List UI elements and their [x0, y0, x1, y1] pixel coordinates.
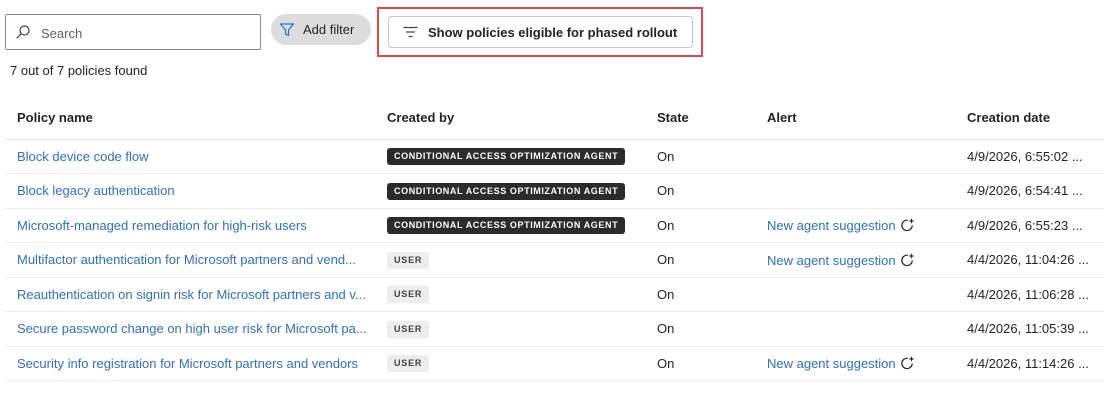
state-cell: On — [645, 277, 755, 312]
state-cell: On — [645, 208, 755, 243]
agent-sparkle-icon — [900, 356, 915, 370]
user-creator-badge: USER — [387, 355, 430, 373]
agent-creator-badge: CONDITIONAL ACCESS OPTIMIZATION AGENT — [387, 182, 626, 200]
state-cell: On — [645, 346, 755, 381]
policy-name-link[interactable]: Microsoft-managed remediation for high-r… — [17, 218, 307, 233]
filter-icon — [279, 22, 295, 36]
policy-name-cell: Multifactor authentication for Microsoft… — [5, 242, 375, 278]
alert-cell — [755, 173, 955, 209]
creation-date-cell: 4/9/2026, 6:55:23 ... — [955, 208, 1104, 243]
table-row[interactable]: Secure password change on high user risk… — [5, 311, 1104, 347]
alert-cell: New agent suggestion — [755, 346, 955, 381]
table-row[interactable]: Security info registration for Microsoft… — [5, 346, 1104, 381]
alert-cell: New agent suggestion — [755, 242, 955, 278]
created-by-cell: USER — [375, 277, 645, 312]
policy-name-link[interactable]: Secure password change on high user risk… — [17, 321, 367, 336]
policy-name-link[interactable]: Block legacy authentication — [17, 183, 175, 198]
user-creator-badge: USER — [387, 286, 430, 304]
table-row[interactable]: Microsoft-managed remediation for high-r… — [5, 208, 1104, 243]
column-header-created-by[interactable]: Created by — [375, 97, 645, 140]
created-by-cell: USER — [375, 311, 645, 347]
created-by-cell: CONDITIONAL ACCESS OPTIMIZATION AGENT — [375, 208, 645, 243]
new-agent-suggestion-link[interactable]: New agent suggestion — [767, 356, 896, 371]
policy-name-cell: Reauthentication on signin risk for Micr… — [5, 277, 375, 312]
agent-creator-badge: CONDITIONAL ACCESS OPTIMIZATION AGENT — [387, 148, 626, 166]
creation-date-cell: 4/4/2026, 11:14:26 ... — [955, 346, 1104, 381]
table-row[interactable]: Multifactor authentication for Microsoft… — [5, 242, 1104, 278]
column-header-alert[interactable]: Alert — [755, 97, 955, 140]
creation-date-cell: 4/4/2026, 11:05:39 ... — [955, 311, 1104, 347]
policy-name-cell: Block device code flow — [5, 139, 375, 174]
agent-creator-badge: CONDITIONAL ACCESS OPTIMIZATION AGENT — [387, 217, 626, 235]
policy-name-link[interactable]: Reauthentication on signin risk for Micr… — [17, 287, 366, 302]
filter-lines-icon — [403, 26, 418, 38]
policy-name-link[interactable]: Security info registration for Microsoft… — [17, 356, 358, 371]
state-cell: On — [645, 242, 755, 278]
table-row[interactable]: Block legacy authentication CONDITIONAL A… — [5, 173, 1104, 209]
created-by-cell: USER — [375, 346, 645, 381]
alert-cell — [755, 277, 955, 312]
creation-date-cell: 4/4/2026, 11:04:26 ... — [955, 242, 1104, 278]
column-header-policy-name[interactable]: Policy name — [5, 97, 375, 140]
toolbar: Add filter Show policies eligible for ph… — [0, 0, 1104, 64]
creation-date-cell: 4/9/2026, 6:55:02 ... — [955, 139, 1104, 174]
agent-sparkle-icon — [900, 252, 915, 266]
state-cell: On — [645, 311, 755, 347]
creation-date-cell: 4/4/2026, 11:06:28 ... — [955, 277, 1104, 312]
policy-name-link[interactable]: Block device code flow — [17, 149, 149, 164]
policy-name-link[interactable]: Multifactor authentication for Microsoft… — [17, 252, 356, 267]
new-agent-suggestion-link[interactable]: New agent suggestion — [767, 253, 896, 268]
state-cell: On — [645, 173, 755, 209]
user-creator-badge: USER — [387, 320, 430, 338]
created-by-cell: USER — [375, 242, 645, 278]
results-count: 7 out of 7 policies found — [10, 63, 148, 78]
phased-rollout-highlight: Show policies eligible for phased rollou… — [377, 7, 703, 57]
policy-name-cell: Block legacy authentication — [5, 173, 375, 209]
created-by-cell: CONDITIONAL ACCESS OPTIMIZATION AGENT — [375, 139, 645, 174]
search-icon — [16, 25, 30, 39]
column-header-state[interactable]: State — [645, 97, 755, 140]
new-agent-suggestion-link[interactable]: New agent suggestion — [767, 218, 896, 233]
table-row[interactable]: Block device code flow CONDITIONAL ACCESS… — [5, 139, 1104, 174]
policy-name-cell: Secure password change on high user risk… — [5, 311, 375, 347]
show-phased-rollout-button[interactable]: Show policies eligible for phased rollou… — [388, 16, 693, 48]
alert-cell: New agent suggestion — [755, 208, 955, 243]
policy-name-cell: Microsoft-managed remediation for high-r… — [5, 208, 375, 243]
creation-date-cell: 4/9/2026, 6:54:41 ... — [955, 173, 1104, 209]
table-header-row: Policy name Created by State Alert Creat… — [5, 97, 1104, 140]
policies-table: Policy name Created by State Alert Creat… — [5, 97, 1104, 381]
user-creator-badge: USER — [387, 251, 430, 269]
add-filter-label: Add filter — [303, 22, 355, 37]
add-filter-button[interactable]: Add filter — [271, 14, 371, 45]
show-phased-rollout-label: Show policies eligible for phased rollou… — [428, 24, 678, 40]
search-box[interactable] — [5, 14, 261, 50]
alert-cell — [755, 311, 955, 347]
column-header-creation-date[interactable]: Creation date — [955, 97, 1104, 140]
state-cell: On — [645, 139, 755, 174]
policy-name-cell: Security info registration for Microsoft… — [5, 346, 375, 381]
search-input[interactable] — [41, 22, 251, 44]
alert-cell — [755, 139, 955, 174]
agent-sparkle-icon — [900, 218, 915, 232]
created-by-cell: CONDITIONAL ACCESS OPTIMIZATION AGENT — [375, 173, 645, 209]
table-row[interactable]: Reauthentication on signin risk for Micr… — [5, 277, 1104, 312]
